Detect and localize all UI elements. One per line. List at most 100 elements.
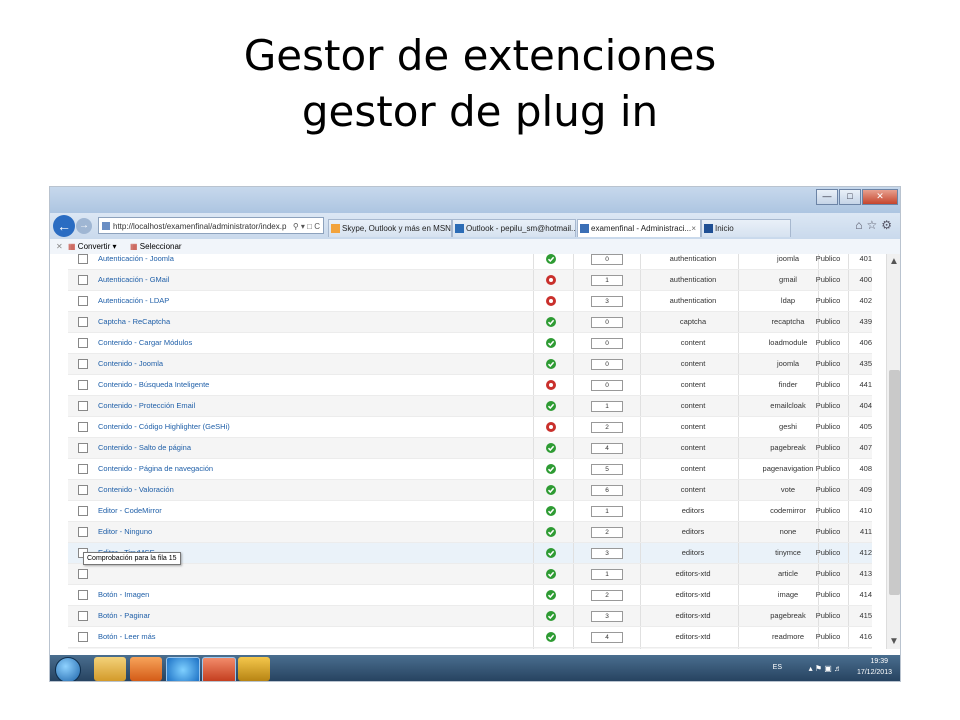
internet-explorer-icon[interactable] — [166, 657, 200, 681]
enabled-status-icon[interactable] — [546, 359, 556, 369]
plugin-name-link[interactable]: Autenticación - GMail — [98, 270, 169, 290]
row-checkbox[interactable] — [78, 632, 88, 642]
ordering-input[interactable]: 6 — [591, 485, 623, 496]
ordering-input[interactable]: 0 — [591, 254, 623, 265]
ordering-input[interactable]: 1 — [591, 506, 623, 517]
app-icon[interactable] — [238, 657, 270, 681]
enabled-status-icon[interactable] — [546, 506, 556, 516]
ordering-input[interactable]: 1 — [591, 275, 623, 286]
ordering-input[interactable]: 0 — [591, 338, 623, 349]
convert-button[interactable]: ▦ Convertir ▾ — [68, 239, 117, 254]
address-bar[interactable]: http://localhost/examenfinal/administrat… — [98, 217, 324, 234]
enabled-status-icon[interactable] — [546, 527, 556, 537]
plugin-name-link[interactable]: Contenido - Valoración — [98, 480, 174, 500]
enabled-status-icon[interactable] — [546, 464, 556, 474]
row-checkbox[interactable] — [78, 275, 88, 285]
start-button[interactable] — [55, 657, 81, 681]
browser-tab[interactable]: Skype, Outlook y más en MSN ... — [328, 219, 452, 237]
plugin-name-link[interactable]: Contenido - Joomla — [98, 354, 163, 374]
plugin-name-link[interactable]: Editor - Ninguno — [98, 522, 152, 542]
row-checkbox[interactable] — [78, 485, 88, 495]
enabled-status-icon[interactable] — [546, 632, 556, 642]
forward-button[interactable]: → — [76, 218, 92, 234]
plugin-name-link[interactable]: Contenido - Salto de página — [98, 438, 191, 458]
enabled-status-icon[interactable] — [546, 401, 556, 411]
row-checkbox[interactable] — [78, 401, 88, 411]
select-button[interactable]: ▦ Seleccionar — [130, 239, 182, 254]
plugin-name-link[interactable]: Botón - Leer más — [98, 627, 156, 647]
plugin-name-link[interactable]: Autenticación - LDAP — [98, 291, 169, 311]
plugin-name-link[interactable]: Contenido - Protección Email — [98, 396, 195, 416]
enabled-status-icon[interactable] — [546, 254, 556, 264]
explorer-icon[interactable] — [94, 657, 126, 681]
browser-tab[interactable]: examenfinal - Administraci... × — [577, 219, 701, 237]
row-checkbox[interactable] — [78, 569, 88, 579]
ordering-input[interactable]: 2 — [591, 422, 623, 433]
ordering-input[interactable]: 1 — [591, 569, 623, 580]
ordering-input[interactable]: 3 — [591, 548, 623, 559]
enabled-status-icon[interactable] — [546, 338, 556, 348]
plugin-name-link[interactable]: Botón - Imagen — [98, 585, 149, 605]
row-checkbox[interactable] — [78, 254, 88, 264]
media-player-icon[interactable] — [130, 657, 162, 681]
browser-tab[interactable]: Outlook - pepilu_sm@hotmail.... — [452, 219, 576, 237]
ordering-input[interactable]: 0 — [591, 359, 623, 370]
ordering-input[interactable]: 2 — [591, 590, 623, 601]
scroll-up-icon[interactable]: ▲ — [889, 256, 899, 267]
minimize-button[interactable]: — — [816, 189, 838, 205]
ordering-input[interactable]: 5 — [591, 464, 623, 475]
row-checkbox[interactable] — [78, 527, 88, 537]
enabled-status-icon[interactable] — [546, 548, 556, 558]
ordering-input[interactable]: 2 — [591, 527, 623, 538]
row-checkbox[interactable] — [78, 506, 88, 516]
home-star-gear-icons[interactable]: ⌂☆⚙ — [855, 218, 896, 232]
language-indicator[interactable]: ES — [773, 664, 782, 671]
search-icon[interactable]: ⚲ ▾ □ C — [293, 218, 320, 233]
close-button[interactable]: ✕ — [862, 189, 898, 205]
row-checkbox[interactable] — [78, 380, 88, 390]
disabled-status-icon[interactable] — [546, 275, 556, 285]
plugin-name-link[interactable]: Contenido - Búsqueda Inteligente — [98, 375, 209, 395]
row-checkbox[interactable] — [78, 443, 88, 453]
ordering-input[interactable]: 0 — [591, 317, 623, 328]
row-checkbox[interactable] — [78, 464, 88, 474]
plugin-name-link[interactable]: Contenido - Código Highlighter (GeSHi) — [98, 417, 230, 437]
row-checkbox[interactable] — [78, 611, 88, 621]
enabled-status-icon[interactable] — [546, 317, 556, 327]
disabled-status-icon[interactable] — [546, 422, 556, 432]
plugin-name-link[interactable]: Botón - Paginar — [98, 606, 150, 626]
disabled-status-icon[interactable] — [546, 296, 556, 306]
enabled-status-icon[interactable] — [546, 443, 556, 453]
scroll-down-icon[interactable]: ▼ — [889, 636, 899, 647]
enabled-status-icon[interactable] — [546, 590, 556, 600]
disabled-status-icon[interactable] — [546, 380, 556, 390]
row-checkbox[interactable] — [78, 317, 88, 327]
ordering-input[interactable]: 4 — [591, 632, 623, 643]
vertical-scrollbar[interactable]: ▲ ▼ — [886, 254, 900, 649]
powerpoint-icon[interactable] — [202, 657, 236, 681]
plugin-name-link[interactable]: Editor - CodeMirror — [98, 501, 162, 521]
ordering-input[interactable]: 0 — [591, 380, 623, 391]
tray-icons[interactable]: ▴ ⚑ ▣ ♬ — [809, 664, 842, 673]
ordering-input[interactable]: 4 — [591, 443, 623, 454]
ordering-input[interactable]: 1 — [591, 401, 623, 412]
close-tab-icon[interactable]: × — [691, 220, 696, 237]
close-tab-icon[interactable]: ✕ — [56, 239, 63, 254]
enabled-status-icon[interactable] — [546, 485, 556, 495]
maximize-button[interactable]: □ — [839, 189, 861, 205]
browser-tab[interactable]: Inicio — [701, 219, 791, 237]
plugin-name-link[interactable]: Autenticación - Joomla — [98, 254, 174, 269]
row-checkbox[interactable] — [78, 359, 88, 369]
scroll-thumb[interactable] — [889, 370, 900, 595]
ordering-input[interactable]: 3 — [591, 296, 623, 307]
plugin-name-link[interactable]: Contenido - Cargar Módulos — [98, 333, 192, 353]
back-button[interactable]: ← — [53, 215, 75, 237]
ordering-input[interactable]: 3 — [591, 611, 623, 622]
row-checkbox[interactable] — [78, 590, 88, 600]
enabled-status-icon[interactable] — [546, 611, 556, 621]
enabled-status-icon[interactable] — [546, 569, 556, 579]
row-checkbox[interactable] — [78, 422, 88, 432]
plugin-name-link[interactable]: Captcha - ReCaptcha — [98, 312, 170, 332]
plugin-name-link[interactable]: Contenido - Página de navegación — [98, 459, 213, 479]
row-checkbox[interactable] — [78, 338, 88, 348]
